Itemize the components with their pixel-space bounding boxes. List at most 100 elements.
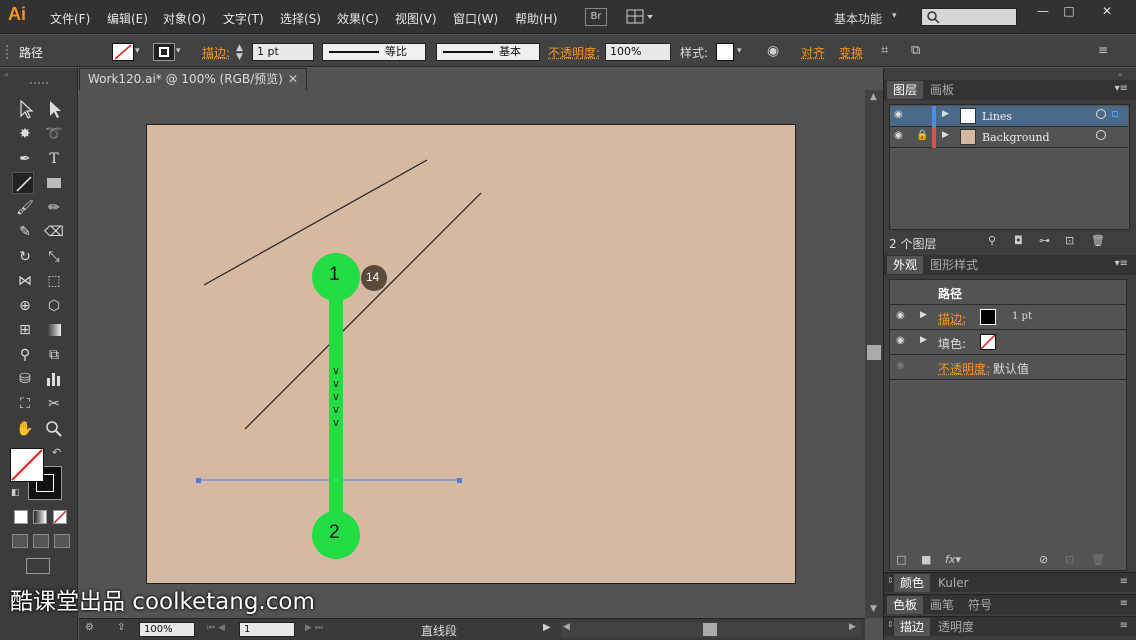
style-dropdown-icon[interactable]: ▾ <box>737 46 742 64</box>
symbol-sprayer-tool-icon[interactable]: ⛁ <box>14 368 36 390</box>
h-scroll-thumb[interactable] <box>703 623 717 636</box>
menu-view[interactable]: 视图(V) <box>395 10 437 27</box>
isolate-object-icon[interactable]: ⌗ <box>881 43 888 61</box>
tab-graphic-styles[interactable]: 图形样式 <box>924 256 984 274</box>
tab-brushes[interactable]: 画笔 <box>924 596 960 614</box>
add-new-fill-icon[interactable]: ■ <box>921 553 931 566</box>
appearance-panel-menu-icon[interactable]: ▾≡ <box>1115 258 1128 269</box>
align-link[interactable]: 对齐 <box>801 44 825 62</box>
variable-width-profile-select[interactable]: 等比 <box>322 43 426 61</box>
transform-link[interactable]: 变换 <box>839 44 863 62</box>
draw-behind-button[interactable] <box>33 534 49 548</box>
artboard-number-select[interactable]: 1 <box>239 622 295 637</box>
toolbar-grip[interactable] <box>30 82 48 85</box>
collapse-arrows-icon[interactable]: ⇕ <box>887 576 894 585</box>
scale-tool-icon[interactable]: ⤡ <box>43 246 65 268</box>
visibility-eye-icon[interactable]: ◉ <box>894 130 903 141</box>
menu-window[interactable]: 窗口(W) <box>453 10 498 27</box>
selection-tool-icon[interactable] <box>14 98 36 120</box>
expand-triangle-icon[interactable]: ▶ <box>920 310 927 320</box>
expand-panels-icon[interactable]: » <box>1118 70 1123 79</box>
none-mode-button[interactable] <box>53 510 67 524</box>
lock-icon[interactable]: 🔒 <box>916 130 928 141</box>
stroke-weight-field[interactable]: 1 pt <box>252 43 314 61</box>
clear-appearance-icon[interactable]: ⊘ <box>1039 553 1048 566</box>
scroll-thumb[interactable] <box>867 345 881 360</box>
vertical-scrollbar[interactable]: ▲ ▼ <box>865 90 883 618</box>
stroke-label-link[interactable]: 描边: <box>202 44 230 62</box>
opacity-field[interactable]: 100% <box>605 43 671 61</box>
fill-dropdown-icon[interactable]: ▾ <box>135 46 140 64</box>
appearance-fill-row[interactable]: ◉ ▶ 填色: <box>890 330 1126 355</box>
status-menu-icon[interactable]: ▶ <box>543 622 551 633</box>
panel-menu-icon[interactable]: ≡ <box>1098 43 1108 61</box>
artboard-tool-icon[interactable]: ⛶ <box>14 393 36 415</box>
visibility-eye-icon[interactable]: ◉ <box>896 310 905 321</box>
rotate-tool-icon[interactable]: ↻ <box>14 246 36 268</box>
hand-tool-icon[interactable]: ✋ <box>14 418 36 440</box>
collapse-toolbar-icon[interactable]: « <box>4 70 9 79</box>
tab-artboards[interactable]: 画板 <box>924 81 960 99</box>
scroll-up-icon[interactable]: ▲ <box>870 92 877 102</box>
horizontal-scrollbar[interactable]: ◀ ▶ <box>561 622 861 637</box>
stroke-swatch[interactable] <box>153 43 175 61</box>
lasso-tool-icon[interactable]: ➰ <box>43 123 65 145</box>
panel-menu-icon[interactable]: ≡ <box>1120 576 1128 587</box>
zoom-tool-icon[interactable] <box>43 418 65 440</box>
paintbrush-tool-icon[interactable]: 🖌 <box>14 197 36 219</box>
blob-brush-tool-icon[interactable]: ✎ <box>14 221 36 243</box>
color-mode-button[interactable] <box>14 510 28 524</box>
eyedropper-tool-icon[interactable]: ⚲ <box>14 344 36 366</box>
artboard[interactable] <box>146 124 796 584</box>
arrange-icon[interactable]: ⧉ <box>911 43 920 61</box>
expand-triangle-icon[interactable]: ▶ <box>942 130 949 140</box>
duplicate-item-icon[interactable]: ⊡ <box>1065 553 1074 566</box>
new-layer-icon[interactable]: ⊡ <box>1065 234 1074 247</box>
appearance-stroke-row[interactable]: ◉ ▶ 描边: 1 pt <box>890 305 1126 330</box>
layers-panel-menu-icon[interactable]: ▾≡ <box>1115 83 1128 94</box>
maximize-button[interactable]: □ <box>1056 4 1082 20</box>
expand-triangle-icon[interactable]: ▶ <box>920 335 927 345</box>
fill-swatch[interactable] <box>112 43 134 61</box>
menu-effect[interactable]: 效果(C) <box>337 10 379 27</box>
visibility-eye-icon[interactable]: ◉ <box>896 335 905 346</box>
visibility-eye-icon[interactable]: ◉ <box>896 360 905 371</box>
selection-square-icon[interactable] <box>1112 111 1118 117</box>
slice-tool-icon[interactable]: ✂ <box>43 393 65 415</box>
type-tool-icon[interactable]: T <box>43 148 65 170</box>
tab-kuler[interactable]: Kuler <box>932 574 975 592</box>
locate-object-icon[interactable]: ⚲ <box>988 234 996 247</box>
blend-tool-icon[interactable]: ⧉ <box>43 344 65 366</box>
recolor-artwork-icon[interactable]: ◉ <box>767 43 779 61</box>
delete-item-icon[interactable]: 🗑 <box>1091 553 1105 566</box>
gradient-mode-button[interactable] <box>33 510 47 524</box>
tab-layers[interactable]: 图层 <box>887 81 924 99</box>
panel-menu-icon[interactable]: ≡ <box>1120 620 1128 631</box>
stroke-swatch[interactable] <box>980 309 996 325</box>
share-icon[interactable]: ⇪ <box>117 622 125 633</box>
tab-appearance[interactable]: 外观 <box>887 256 924 274</box>
shape-builder-tool-icon[interactable]: ⊕ <box>14 295 36 317</box>
tab-color[interactable]: 颜色 <box>894 574 931 592</box>
stroke-weight-stepper[interactable]: ▲ ▼ <box>236 44 243 62</box>
panel-menu-icon[interactable]: ≡ <box>1120 598 1128 609</box>
expand-triangle-icon[interactable]: ▶ <box>942 109 949 119</box>
add-effect-icon[interactable]: fx▾ <box>945 553 961 566</box>
layer-row-background[interactable]: ◉ 🔒 ▶ Background <box>890 127 1128 148</box>
workspace-switcher[interactable]: 基本功能 <box>834 10 882 27</box>
make-clipping-mask-icon[interactable]: ◘ <box>1014 234 1023 247</box>
search-input[interactable] <box>921 8 1017 26</box>
graphic-style-swatch[interactable] <box>716 43 734 61</box>
column-graph-tool-icon[interactable] <box>43 368 65 390</box>
minimize-button[interactable]: — <box>1030 4 1056 20</box>
collapse-arrows-icon[interactable]: ⇕ <box>887 620 894 629</box>
close-tab-icon[interactable]: ✕ <box>288 69 298 89</box>
tab-swatches[interactable]: 色板 <box>887 596 924 614</box>
tab-stroke[interactable]: 描边 <box>894 618 931 636</box>
scroll-left-icon[interactable]: ◀ <box>563 622 570 632</box>
arrange-documents-icon[interactable] <box>626 8 654 26</box>
menu-object[interactable]: 对象(O) <box>163 10 206 27</box>
draw-normal-button[interactable] <box>12 534 28 548</box>
magic-wand-icon[interactable]: ✸ <box>14 123 36 145</box>
layer-row-lines[interactable]: ◉ ▶ Lines <box>890 106 1128 127</box>
